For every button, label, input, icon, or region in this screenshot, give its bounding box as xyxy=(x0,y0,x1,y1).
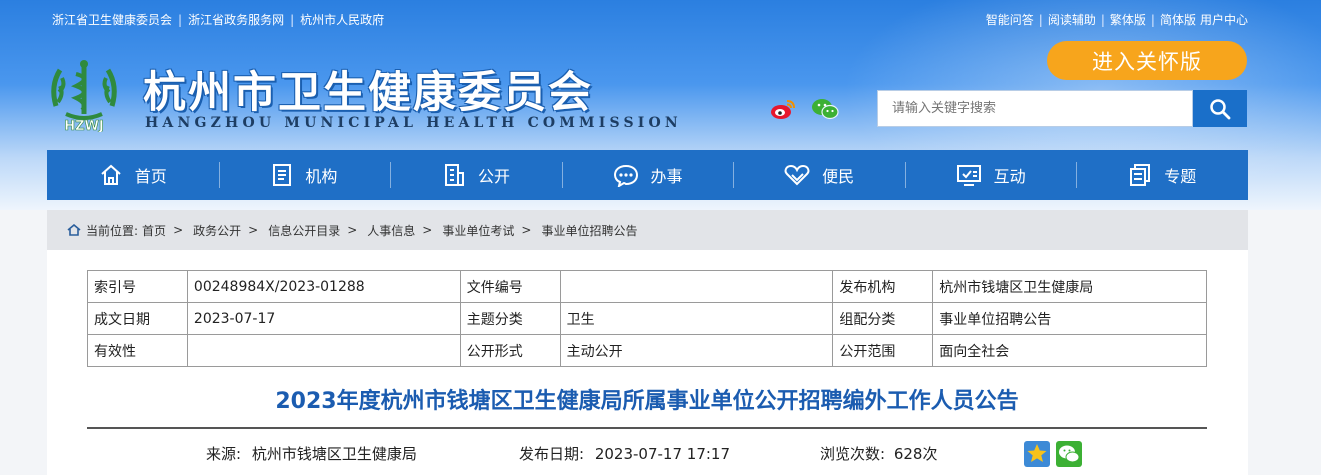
nav-affairs[interactable]: 办事 xyxy=(561,150,734,200)
breadcrumb-item[interactable]: 信息公开目录 xyxy=(268,222,340,239)
main-nav: 首页 机构 公开 办事 便民 互动 专题 xyxy=(47,150,1248,200)
breadcrumb-item[interactable]: 事业单位考试 xyxy=(442,222,514,239)
publish-value: 2023-07-17 17:17 xyxy=(594,445,731,463)
office-building-icon xyxy=(444,164,464,186)
date-value: 2023-07-17 xyxy=(186,302,461,335)
issuer-value: 杭州市钱塘区卫生健康局 xyxy=(932,270,1207,303)
nav-label: 便民 xyxy=(822,167,855,186)
link-smart-qa[interactable]: 智能问答 xyxy=(986,11,1034,28)
source-label: 来源: xyxy=(206,445,242,463)
validity-value xyxy=(186,334,461,367)
heart-hands-icon xyxy=(784,164,810,186)
category-value: 事业单位招聘公告 xyxy=(932,302,1207,335)
document-stack-icon xyxy=(1130,164,1151,186)
views-label: 浏览次数: xyxy=(820,445,886,463)
breadcrumb-label: 当前位置: xyxy=(86,223,139,238)
building-doc-icon xyxy=(273,164,292,186)
views-value: 628次 xyxy=(893,445,938,463)
monitor-check-icon xyxy=(956,165,981,186)
search-icon xyxy=(1210,98,1231,119)
link-zhejiang-service[interactable]: 浙江省政务服务网 xyxy=(188,11,284,28)
link-zhejiang-health[interactable]: 浙江省卫生健康委员会 xyxy=(52,11,172,28)
nav-label: 首页 xyxy=(134,167,167,186)
nav-label: 专题 xyxy=(1164,167,1197,186)
title-divider xyxy=(87,427,1207,429)
weibo-icon[interactable] xyxy=(770,96,796,122)
category-label: 组配分类 xyxy=(832,302,934,335)
date-label: 成文日期 xyxy=(87,302,188,335)
link-user-center[interactable]: 用户中心 xyxy=(1200,11,1248,28)
logo-text: HZWJ xyxy=(64,119,103,132)
divider: | xyxy=(178,12,183,27)
nav-label: 互动 xyxy=(993,167,1026,186)
doc-no-label: 文件编号 xyxy=(459,270,561,303)
nav-institution[interactable]: 机构 xyxy=(218,150,391,200)
breadcrumb-item[interactable]: 人事信息 xyxy=(367,222,415,239)
link-traditional[interactable]: 繁体版 xyxy=(1110,11,1146,28)
wechat-icon[interactable] xyxy=(811,96,839,122)
table-row: 成文日期 2023-07-17 主题分类 卫生 组配分类 事业单位招聘公告 xyxy=(87,302,1207,335)
site-title: 杭州市卫生健康委员会 xyxy=(143,68,593,118)
table-row: 有效性 公开形式 主动公开 公开范围 面向全社会 xyxy=(87,334,1207,367)
nav-convenience[interactable]: 便民 xyxy=(733,150,905,200)
source-value: 杭州市钱塘区卫生健康局 xyxy=(251,445,417,463)
site-subtitle: HANGZHOU MUNICIPAL HEALTH COMMISSION xyxy=(145,115,682,131)
wechat-share-icon[interactable] xyxy=(1055,440,1083,468)
breadcrumb-item[interactable]: 首页 xyxy=(142,222,166,239)
search-input[interactable] xyxy=(877,90,1193,127)
breadcrumb-item[interactable]: 政务公开 xyxy=(193,222,241,239)
site-logo[interactable]: HZWJ xyxy=(46,56,122,134)
topic-label: 主题分类 xyxy=(459,302,561,335)
index-no-label: 索引号 xyxy=(87,270,188,303)
home-small-icon xyxy=(67,224,81,236)
divider: | xyxy=(1100,12,1105,27)
chat-dots-icon xyxy=(613,164,638,187)
divider: | xyxy=(290,12,295,27)
nav-interaction[interactable]: 互动 xyxy=(904,150,1077,200)
link-hangzhou-gov[interactable]: 杭州市人民政府 xyxy=(300,11,384,28)
care-version-button[interactable]: 进入关怀版 xyxy=(1047,41,1247,80)
source-info: 来源: 杭州市钱塘区卫生健康局 xyxy=(206,443,417,464)
scope-label: 公开范围 xyxy=(832,334,934,367)
nav-home[interactable]: 首页 xyxy=(47,150,219,200)
publish-info: 发布日期: 2023-07-17 17:17 xyxy=(519,443,730,464)
favorite-star-icon[interactable] xyxy=(1023,440,1051,468)
link-simplified[interactable]: 简体版 xyxy=(1160,11,1196,28)
validity-label: 有效性 xyxy=(87,334,188,367)
scope-value: 面向全社会 xyxy=(932,334,1207,367)
top-links-left: 浙江省卫生健康委员会 | 浙江省政务服务网 | 杭州市人民政府 xyxy=(52,11,384,28)
divider: | xyxy=(1038,12,1043,27)
views-info: 浏览次数: 628次 xyxy=(820,443,937,464)
nav-topics[interactable]: 专题 xyxy=(1076,150,1248,200)
nav-open[interactable]: 公开 xyxy=(390,150,562,200)
metadata-table: 索引号 00248984X/2023-01288 文件编号 发布机构 杭州市钱塘… xyxy=(87,270,1207,367)
article-title: 2023年度杭州市钱塘区卫生健康局所属事业单位公开招聘编外工作人员公告 xyxy=(275,389,1019,414)
search-button[interactable] xyxy=(1193,90,1247,127)
search-box xyxy=(877,90,1247,127)
nav-label: 办事 xyxy=(650,167,683,186)
publish-label: 发布日期: xyxy=(519,445,585,463)
table-row: 索引号 00248984X/2023-01288 文件编号 发布机构 杭州市钱塘… xyxy=(87,270,1207,303)
nav-label: 机构 xyxy=(305,167,338,186)
form-label: 公开形式 xyxy=(459,334,561,367)
topic-value: 卫生 xyxy=(559,302,834,335)
link-reading-aid[interactable]: 阅读辅助 xyxy=(1048,11,1096,28)
top-links-right: 智能问答 | 阅读辅助 | 繁体版 | 简体版 用户中心 xyxy=(986,11,1248,28)
breadcrumb: 当前位置: 首页 > 政务公开 > 信息公开目录 > 人事信息 > 事业单位考试 > 事业… xyxy=(47,210,1248,250)
nav-label: 公开 xyxy=(477,167,510,186)
form-value: 主动公开 xyxy=(559,334,834,367)
index-no-value: 00248984X/2023-01288 xyxy=(186,270,461,303)
home-icon xyxy=(101,164,121,185)
breadcrumb-item[interactable]: 事业单位招聘公告 xyxy=(541,222,637,239)
issuer-label: 发布机构 xyxy=(832,270,934,303)
divider: | xyxy=(1150,12,1155,27)
doc-no-value xyxy=(559,270,834,303)
